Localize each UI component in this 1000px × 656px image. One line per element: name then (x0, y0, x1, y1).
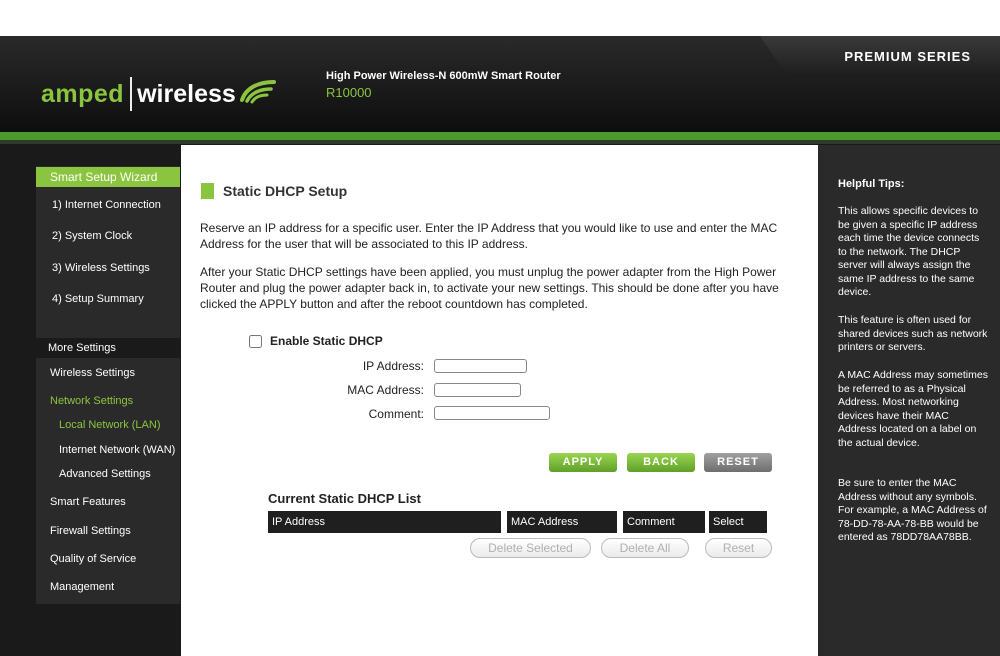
column-header-ip-address: IP Address (268, 511, 501, 533)
helpful-tips-title: Helpful Tips: (838, 178, 905, 190)
comment-label: Comment: (368, 407, 424, 421)
tip-mac-format: Be sure to enter the MAC Address without… (838, 477, 987, 543)
sidebar-item-smart-features[interactable]: Smart Features (36, 492, 180, 512)
reset-list-button[interactable]: Reset (705, 538, 772, 558)
sidebar-more-settings-title: More Settings (36, 338, 180, 358)
header-dark-band (0, 140, 1000, 144)
mac-address-label: MAC Address: (347, 383, 424, 397)
helpful-tips-panel: Helpful Tips: This allows specific devic… (818, 145, 1000, 656)
comment-input[interactable] (434, 406, 550, 420)
top-band (0, 0, 1000, 36)
enable-static-dhcp-row: Enable Static DHCP (249, 334, 383, 348)
sidebar-item-internet-connection[interactable]: 1) Internet Connection (36, 195, 180, 215)
sidebar-item-wireless-settings-step[interactable]: 3) Wireless Settings (36, 258, 180, 278)
sidebar-item-internet-network[interactable]: Internet Network (WAN) (36, 440, 180, 460)
apply-button[interactable]: APPLY (549, 453, 617, 472)
tip-mac-address: A MAC Address may sometimes be referred … (838, 369, 988, 449)
column-header-mac-address: MAC Address (507, 511, 617, 533)
enable-static-dhcp-label: Enable Static DHCP (270, 334, 383, 348)
sidebar-item-advanced-settings[interactable]: Advanced Settings (36, 464, 180, 484)
product-info: High Power Wireless-N 600mW Smart Router… (326, 70, 561, 100)
brand-logo: amped wireless (41, 74, 278, 114)
sidebar-item-wireless-settings[interactable]: Wireless Settings (36, 363, 180, 383)
page-title: Static DHCP Setup (223, 183, 348, 199)
column-header-select: Select (709, 511, 767, 533)
product-name: High Power Wireless-N 600mW Smart Router (326, 70, 561, 82)
premium-series-label: PREMIUM SERIES (844, 49, 971, 64)
brand-name-amped: amped (41, 79, 125, 108)
static-dhcp-list-title: Current Static DHCP List (268, 491, 421, 506)
sidebar-wizard-title[interactable]: Smart Setup Wizard (36, 167, 180, 187)
sidebar-item-quality-of-service[interactable]: Quality of Service (36, 549, 180, 569)
mac-address-input[interactable] (434, 383, 521, 397)
wifi-signal-icon (238, 74, 278, 104)
brand-name-wireless: wireless (137, 79, 236, 108)
delete-all-button[interactable]: Delete All (601, 538, 689, 558)
delete-selected-button[interactable]: Delete Selected (470, 538, 591, 558)
ip-address-input[interactable] (434, 359, 527, 373)
sidebar-item-system-clock[interactable]: 2) System Clock (36, 226, 180, 246)
tip-static-ip: This allows specific devices to be given… (838, 205, 980, 298)
sidebar-item-management[interactable]: Management (36, 577, 180, 597)
sidebar-item-firewall-settings[interactable]: Firewall Settings (36, 521, 180, 541)
main-content: Static DHCP Setup Reserve an IP address … (181, 145, 818, 656)
reboot-paragraph: After your Static DHCP settings have bee… (200, 265, 779, 311)
sidebar-item-local-network[interactable]: Local Network (LAN) (36, 415, 180, 435)
title-marker (201, 183, 214, 199)
product-model: R10000 (326, 85, 372, 100)
tip-shared-devices: This feature is often used for shared de… (838, 314, 988, 353)
column-header-comment: Comment (623, 511, 705, 533)
back-button[interactable]: BACK (627, 453, 695, 472)
sidebar: Smart Setup Wizard 1) Internet Connectio… (36, 166, 180, 604)
logo-divider (130, 77, 133, 111)
ip-address-label: IP Address: (362, 359, 424, 373)
enable-static-dhcp-checkbox[interactable] (249, 334, 262, 348)
reset-button[interactable]: RESET (704, 453, 772, 472)
sidebar-item-setup-summary[interactable]: 4) Setup Summary (36, 289, 180, 309)
sidebar-item-network-settings[interactable]: Network Settings (36, 391, 180, 411)
intro-paragraph: Reserve an IP address for a specific use… (200, 221, 778, 251)
